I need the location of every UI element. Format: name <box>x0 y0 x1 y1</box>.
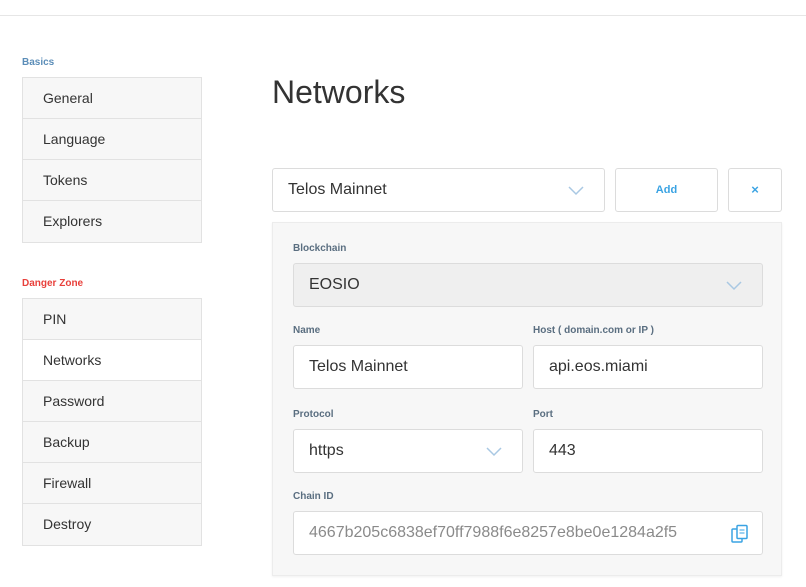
port-field[interactable]: 443 <box>533 429 763 473</box>
port-label: Port <box>533 409 553 420</box>
blockchain-select[interactable]: EOSIO <box>293 263 763 307</box>
sidebar-item-backup[interactable]: Backup <box>23 422 201 463</box>
add-network-button[interactable]: Add <box>615 168 718 212</box>
top-bar <box>0 0 806 16</box>
protocol-select-value: https <box>309 442 344 459</box>
page-title: Networks <box>272 74 406 110</box>
blockchain-select-value: EOSIO <box>309 276 360 293</box>
chevron-down-icon <box>726 281 742 291</box>
chevron-down-icon <box>486 447 502 457</box>
protocol-select[interactable]: https <box>293 429 523 473</box>
sidebar-item-networks[interactable]: Networks <box>23 340 201 381</box>
network-select-value: Telos Mainnet <box>288 181 387 198</box>
menu-basics: General Language Tokens Explorers <box>22 77 202 243</box>
sidebar-item-tokens[interactable]: Tokens <box>23 160 201 201</box>
network-form-panel: Blockchain EOSIO Name Telos Mainnet Host… <box>272 222 782 576</box>
sidebar-item-explorers[interactable]: Explorers <box>23 201 201 242</box>
name-label: Name <box>293 325 321 336</box>
protocol-label: Protocol <box>293 409 334 420</box>
blockchain-label: Blockchain <box>293 243 347 254</box>
sidebar-item-pin[interactable]: PIN <box>23 299 201 340</box>
sidebar-item-firewall[interactable]: Firewall <box>23 463 201 504</box>
sidebar-item-general[interactable]: General <box>23 78 201 119</box>
network-select[interactable]: Telos Mainnet <box>272 168 605 212</box>
section-label-basics: Basics <box>22 57 55 68</box>
copy-icon[interactable] <box>730 524 750 544</box>
remove-network-button[interactable]: × <box>728 168 782 212</box>
menu-danger-zone: PIN Networks Password Backup Firewall De… <box>22 298 202 546</box>
chevron-down-icon <box>568 186 584 196</box>
section-label-danger-zone: Danger Zone <box>22 278 84 289</box>
sidebar-item-password[interactable]: Password <box>23 381 201 422</box>
sidebar-item-language[interactable]: Language <box>23 119 201 160</box>
chain-id-field[interactable]: 4667b205c6838ef70ff7988f6e8257e8be0e1284… <box>293 511 763 555</box>
chain-id-label: Chain ID <box>293 491 334 502</box>
host-label: Host ( domain.com or IP ) <box>533 325 654 336</box>
host-field[interactable]: api.eos.miami <box>533 345 763 389</box>
sidebar-item-destroy[interactable]: Destroy <box>23 504 201 545</box>
name-field[interactable]: Telos Mainnet <box>293 345 523 389</box>
chain-id-value: 4667b205c6838ef70ff7988f6e8257e8be0e1284… <box>309 524 678 541</box>
